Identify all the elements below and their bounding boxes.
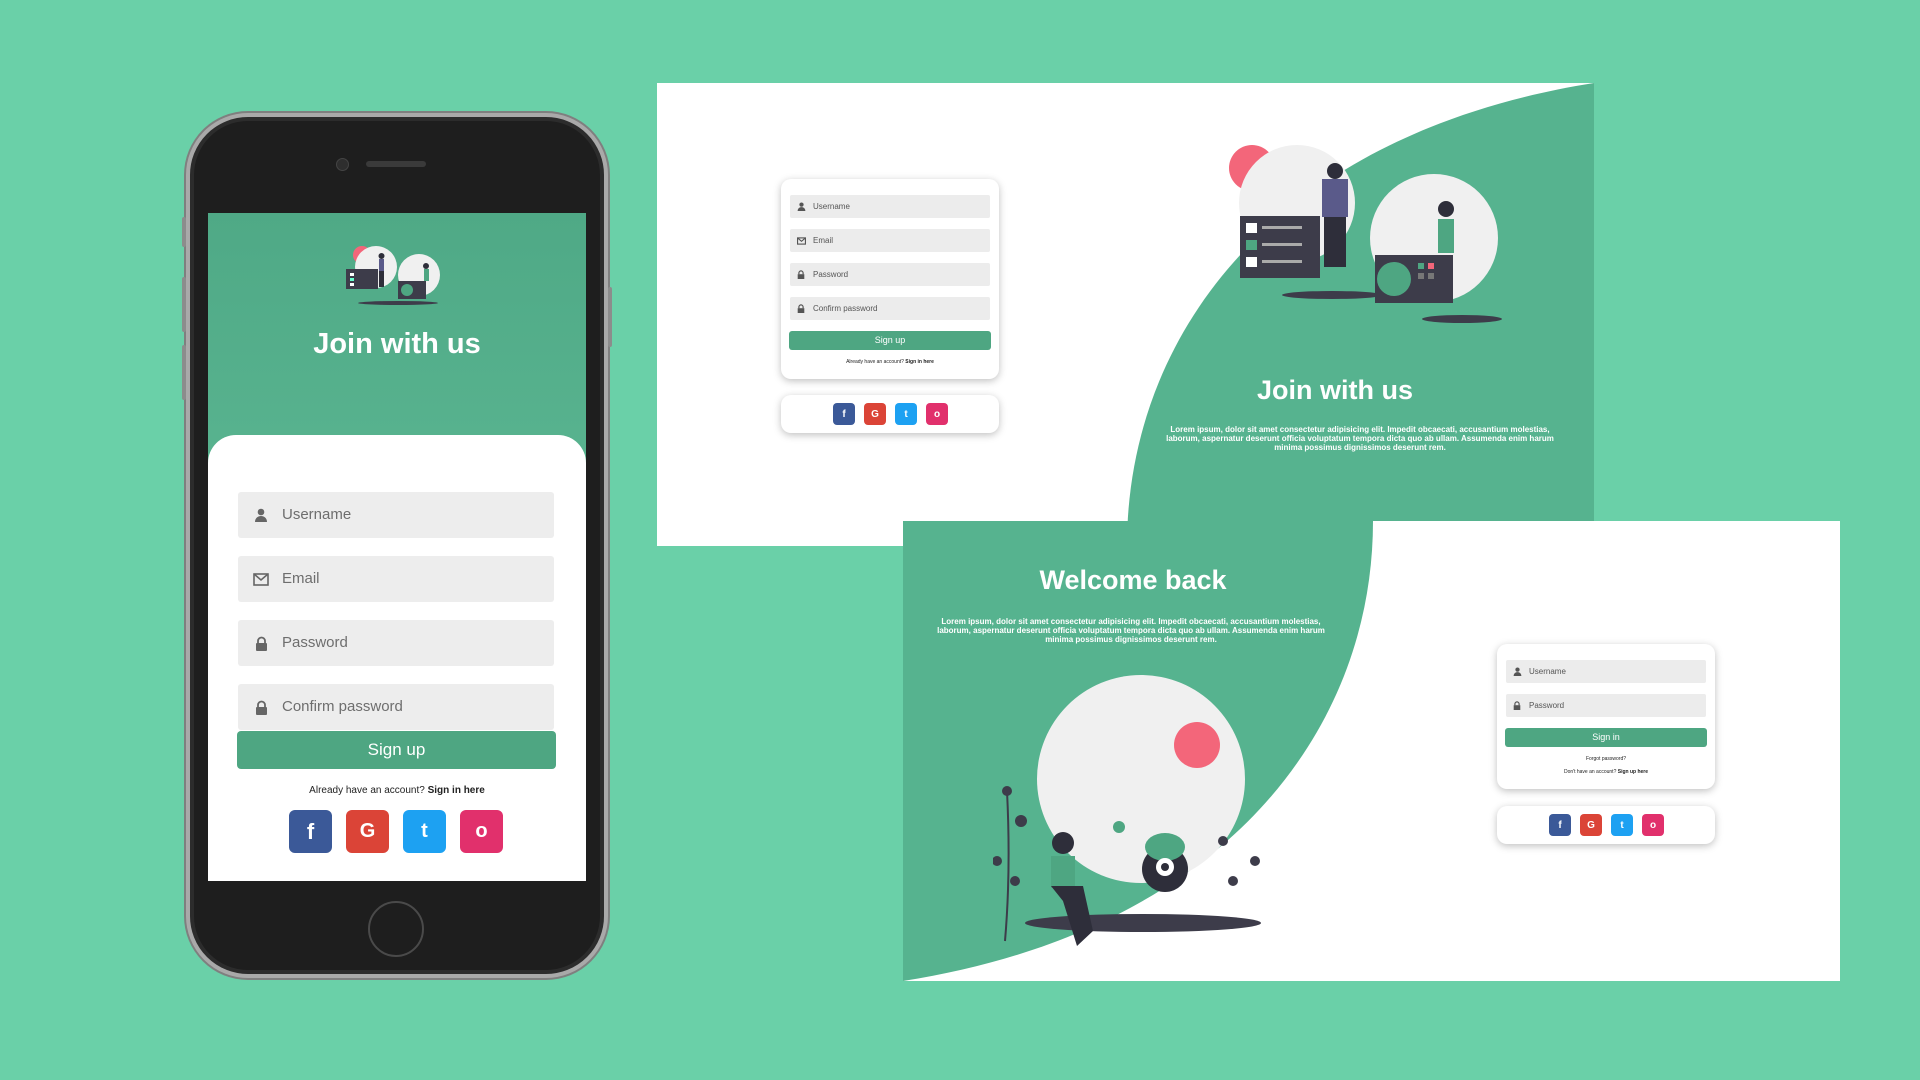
mobile-signin-text: Already have an account? [309, 785, 425, 796]
email-icon [252, 556, 270, 602]
desktop-email-placeholder: Email [813, 236, 834, 245]
desktop-signup-text: Don't have an account? [1563, 769, 1617, 775]
facebook-icon[interactable]: f [833, 403, 855, 425]
desktop-confirm-password-placeholder: Confirm password [813, 304, 878, 313]
desktop-signup-panel: Join with us Lorem ipsum, dolor sit amet… [657, 83, 1594, 546]
phone-camera [336, 158, 349, 171]
twitter-icon[interactable]: t [895, 403, 917, 425]
desktop-signup-link[interactable]: Sign up here [1618, 769, 1648, 775]
phone-home-button [368, 901, 424, 957]
lock-icon [252, 620, 270, 666]
desktop-signin-username-input[interactable]: Username [1506, 660, 1706, 683]
desktop-email-input[interactable]: Email [790, 229, 990, 252]
desktop-signin-link[interactable]: Sign in here [905, 359, 934, 365]
instagram-icon[interactable]: o [460, 810, 503, 853]
twitter-icon[interactable]: t [1611, 814, 1633, 836]
mobile-password-placeholder: Password [282, 634, 348, 651]
facebook-icon[interactable]: f [1549, 814, 1571, 836]
mobile-title: Join with us [313, 328, 481, 360]
mobile-signin-prompt: Already have an account? Sign in here [208, 785, 586, 796]
mobile-username-input[interactable]: Username [238, 492, 554, 538]
phone-volume-up [182, 277, 186, 332]
phone-power-button [608, 287, 612, 347]
desktop-signin-social-card: f G t o [1497, 806, 1715, 844]
team-illustration [1229, 145, 1502, 323]
desktop-signin-text: Already have an account? [846, 359, 904, 365]
mobile-password-input[interactable]: Password [238, 620, 554, 666]
email-icon [797, 229, 806, 252]
people-illustration [346, 246, 440, 305]
phone-mute-switch [182, 217, 186, 247]
desktop-password-placeholder: Password [813, 270, 849, 279]
desktop-signup-form-card: Username Email Password Confirm password… [781, 179, 999, 379]
signin-title: Welcome back [1039, 565, 1227, 595]
signup-description: Lorem ipsum, dolor sit amet consectetur … [1166, 425, 1554, 452]
lock-icon [252, 684, 270, 730]
desktop-username-placeholder: Username [813, 202, 850, 211]
desktop-signup-prompt: Don't have an account? Sign up here [1497, 769, 1715, 775]
google-icon[interactable]: G [1580, 814, 1602, 836]
friends-illustration [993, 675, 1261, 946]
instagram-icon[interactable]: o [926, 403, 948, 425]
phone-mockup: Join with us Username Email Password Con… [182, 113, 612, 978]
user-icon [1513, 660, 1522, 683]
mobile-signup-screen: Join with us Username Email Password Con… [208, 213, 586, 881]
desktop-signin-password-placeholder: Password [1529, 701, 1565, 710]
user-icon [797, 195, 806, 218]
desktop-signup-social-card: f G t o [781, 395, 999, 433]
desktop-signin-username-placeholder: Username [1529, 667, 1566, 676]
desktop-password-input[interactable]: Password [790, 263, 990, 286]
mobile-confirm-password-input[interactable]: Confirm password [238, 684, 554, 730]
desktop-signin-prompt: Already have an account? Sign in here [781, 359, 999, 365]
desktop-signin-panel: Welcome back Lorem ipsum, dolor sit amet… [903, 521, 1840, 981]
google-icon[interactable]: G [864, 403, 886, 425]
signup-title: Join with us [1256, 375, 1413, 405]
google-icon[interactable]: G [346, 810, 389, 853]
phone-volume-down [182, 345, 186, 400]
mobile-email-input[interactable]: Email [238, 556, 554, 602]
desktop-confirm-password-input[interactable]: Confirm password [790, 297, 990, 320]
forgot-password-link[interactable]: Forgot password? [1497, 756, 1715, 762]
desktop-username-input[interactable]: Username [790, 195, 990, 218]
instagram-icon[interactable]: o [1642, 814, 1664, 836]
signin-description: Lorem ipsum, dolor sit amet consectetur … [937, 617, 1325, 644]
twitter-icon[interactable]: t [403, 810, 446, 853]
desktop-signin-button[interactable]: Sign in [1505, 728, 1707, 747]
phone-speaker [366, 161, 426, 167]
mobile-signup-button[interactable]: Sign up [237, 731, 556, 769]
lock-icon [1513, 694, 1521, 717]
desktop-signin-form-card: Username Password Sign in Forgot passwor… [1497, 644, 1715, 789]
mobile-email-placeholder: Email [282, 570, 320, 587]
lock-icon [797, 297, 805, 320]
user-icon [252, 492, 270, 538]
mobile-header: Join with us [208, 213, 586, 463]
desktop-signin-password-input[interactable]: Password [1506, 694, 1706, 717]
facebook-icon[interactable]: f [289, 810, 332, 853]
mobile-confirm-password-placeholder: Confirm password [282, 698, 403, 715]
mobile-username-placeholder: Username [282, 506, 352, 523]
desktop-signup-button[interactable]: Sign up [789, 331, 991, 350]
lock-icon [797, 263, 805, 286]
mobile-signin-link[interactable]: Sign in here [428, 785, 485, 796]
